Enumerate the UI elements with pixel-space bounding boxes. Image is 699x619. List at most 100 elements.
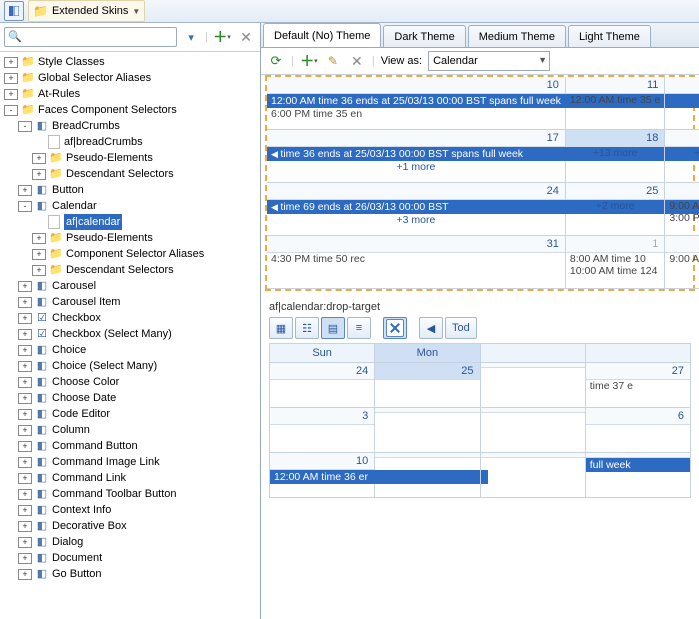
tree-item[interactable]: +◧Carousel Item [18, 294, 260, 310]
more-link[interactable]: +3 more [267, 214, 565, 226]
calendar-cell[interactable]: 24 [270, 363, 375, 408]
expander-icon[interactable]: + [18, 489, 32, 500]
tree-item[interactable]: af|breadCrumbs [32, 134, 260, 150]
calendar-cell[interactable]: 269:00 AM time 853:00 PM time 46 rec [665, 183, 699, 236]
more-link[interactable]: +13 more [665, 147, 699, 159]
tree-item[interactable]: +◧Context Info [18, 502, 260, 518]
tree-item[interactable]: +◧Choice [18, 342, 260, 358]
event[interactable]: time 37 e [586, 380, 690, 392]
refresh-button[interactable]: ⟳ [267, 52, 285, 70]
delete-event-button[interactable] [383, 317, 407, 339]
calendar-cell[interactable]: 29:00 AM time 87 [665, 236, 699, 289]
tree-item[interactable]: +📁Component Selector Aliases [32, 246, 260, 262]
expander-icon[interactable]: + [18, 441, 32, 452]
tree-item[interactable]: -◧BreadCrumbs [18, 118, 260, 134]
expander-icon[interactable]: + [18, 537, 32, 548]
month-view-button[interactable]: ▤ [321, 317, 345, 339]
calendar-cell[interactable]: 25+2 more [566, 183, 665, 236]
calendar-cell[interactable]: 24time 69 ends at 26/03/13 00:00 BST+3 m… [267, 183, 566, 236]
event[interactable]: 8:00 AM time 10 [566, 253, 664, 265]
expander-icon[interactable]: - [4, 105, 18, 116]
event[interactable]: 10:00 AM time 124 [566, 265, 664, 277]
expander-icon[interactable]: + [32, 153, 46, 164]
tree-item[interactable]: +◧Command Button [18, 438, 260, 454]
filter-button[interactable]: ▾ [181, 27, 201, 47]
event[interactable]: 3:00 PM time 46 rec [665, 212, 699, 224]
panel-toggle-icon[interactable] [4, 1, 24, 21]
expander-icon[interactable]: + [18, 521, 32, 532]
expander-icon[interactable]: + [4, 57, 18, 68]
day-view-button[interactable]: ▦ [269, 317, 293, 339]
expander-icon[interactable]: - [18, 121, 32, 132]
add-button-2[interactable]: ＋▾ [300, 52, 318, 70]
calendar-cell[interactable]: 19+13 more [665, 130, 699, 183]
tree-item[interactable]: -◧Calendar [18, 198, 260, 214]
expander-icon[interactable]: + [18, 425, 32, 436]
calendar-cell[interactable]: 18+13 more [566, 130, 665, 183]
breadcrumb[interactable]: 📁 Extended Skins ▼ [28, 0, 145, 22]
tree-item[interactable]: +◧Dialog [18, 534, 260, 550]
calendar-cell[interactable]: 1012:00 AM time 36 er [270, 453, 375, 498]
delete-button-2[interactable]: ✕ [348, 52, 366, 70]
add-button[interactable]: ＋▾ [212, 27, 232, 47]
week-view-button[interactable]: ☷ [295, 317, 319, 339]
calendar-cell[interactable]: 3 [270, 408, 375, 453]
calendar-cell[interactable]: 12 [665, 77, 699, 130]
expander-icon[interactable]: + [18, 185, 32, 196]
expander-icon[interactable]: + [18, 505, 32, 516]
tree-item[interactable]: +◧Command Link [18, 470, 260, 486]
tree-item[interactable]: af|calendar [32, 214, 260, 230]
today-button[interactable]: Tod [445, 317, 477, 339]
calendar-cell[interactable]: 27time 37 e [586, 363, 691, 408]
tree-item[interactable]: +◧Decorative Box [18, 518, 260, 534]
viewas-combo[interactable]: Calendar▼ [428, 51, 550, 71]
selector-tree[interactable]: +📁Style Classes+📁Global Selector Aliases… [0, 52, 260, 619]
expander-icon[interactable]: + [18, 457, 32, 468]
more-link[interactable]: +13 more [566, 147, 664, 159]
expander-icon[interactable]: + [18, 361, 32, 372]
tree-item[interactable]: +◧Choose Date [18, 390, 260, 406]
prev-button[interactable]: ◀ [419, 317, 443, 339]
expander-icon[interactable]: + [18, 313, 32, 324]
calendar-cell[interactable] [375, 453, 480, 498]
expander-icon[interactable]: + [32, 249, 46, 260]
tree-item[interactable]: +📁Global Selector Aliases [4, 70, 260, 86]
tree-item[interactable]: +◧Document [18, 550, 260, 566]
expander-icon[interactable]: + [18, 297, 32, 308]
event[interactable]: 6:00 PM time 35 en [267, 108, 565, 120]
search-input[interactable]: 🔍 [4, 27, 177, 47]
tree-item[interactable]: +📁Pseudo-Elements [32, 150, 260, 166]
tree-item[interactable]: +◧Button [18, 182, 260, 198]
expander-icon[interactable]: + [18, 553, 32, 564]
calendar-cell[interactable]: 1012:00 AM time 36 ends at 25/03/13 00:0… [267, 77, 566, 130]
calendar-cell[interactable] [375, 408, 480, 453]
more-link[interactable]: +1 more [267, 161, 565, 173]
tree-item[interactable]: +☑Checkbox (Select Many) [18, 326, 260, 342]
calendar-cell[interactable] [481, 453, 586, 498]
expander-icon[interactable]: + [32, 265, 46, 276]
expander-icon[interactable]: + [32, 169, 46, 180]
tree-item[interactable]: +☑Checkbox [18, 310, 260, 326]
theme-tab[interactable]: Dark Theme [383, 25, 465, 47]
expander-icon[interactable]: + [18, 409, 32, 420]
calendar-cell[interactable]: 25 [375, 363, 480, 408]
calendar-cell[interactable] [481, 363, 586, 408]
allday-event[interactable]: full week [586, 458, 690, 472]
tree-item[interactable]: +◧Command Image Link [18, 454, 260, 470]
tree-item[interactable]: +📁Pseudo-Elements [32, 230, 260, 246]
tree-item[interactable]: +📁Style Classes [4, 54, 260, 70]
list-view-button[interactable]: ≡ [347, 317, 371, 339]
tree-item[interactable]: +◧Command Toolbar Button [18, 486, 260, 502]
edit-button[interactable]: ✎ [324, 52, 342, 70]
calendar-cell[interactable] [481, 408, 586, 453]
calendar-cell[interactable]: 6 [586, 408, 691, 453]
tree-item[interactable]: +📁At-Rules [4, 86, 260, 102]
tree-item[interactable]: -📁Faces Component Selectors [4, 102, 260, 118]
tree-item[interactable]: +📁Descendant Selectors [32, 262, 260, 278]
theme-tab[interactable]: Light Theme [568, 25, 651, 47]
theme-tab[interactable]: Medium Theme [468, 25, 566, 47]
more-link[interactable]: +2 more [566, 200, 664, 212]
calendar-cell[interactable]: 18:00 AM time 1010:00 AM time 124 [566, 236, 665, 289]
calendar-cell[interactable]: full week [586, 453, 691, 498]
tree-item[interactable]: +◧Column [18, 422, 260, 438]
